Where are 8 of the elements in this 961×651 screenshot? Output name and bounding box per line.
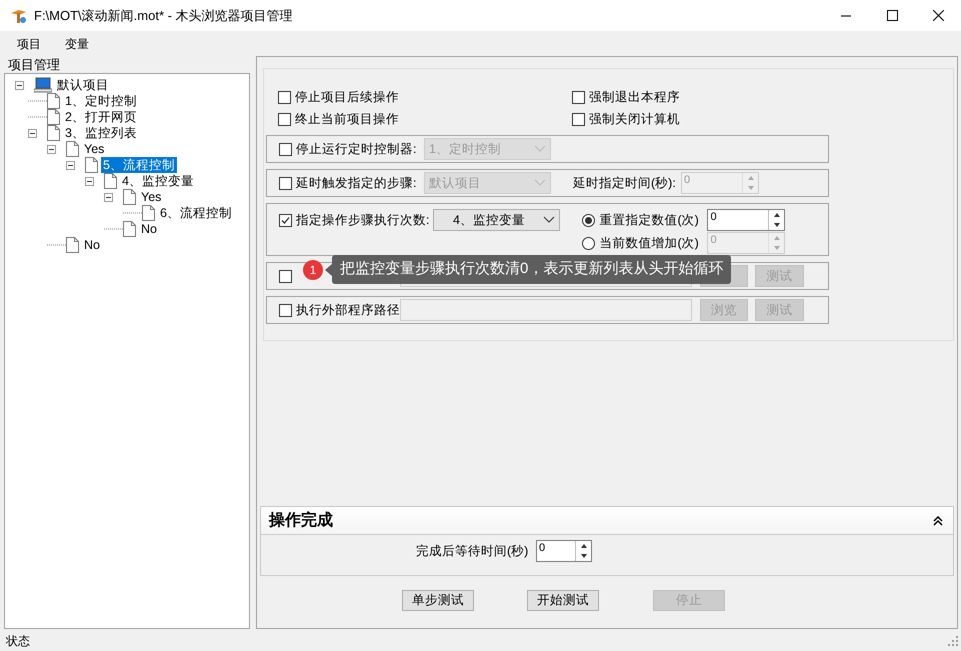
window-title: F:\MOT\滚动新闻.mot* - 木头浏览器项目管理 xyxy=(34,6,293,25)
section-title: 操作完成 xyxy=(269,510,333,530)
status-text: 状态 xyxy=(6,633,30,650)
panel-title: 项目管理 xyxy=(7,56,61,73)
tooltip: 把监控变量步骤执行次数清0，表示更新列表从头开始循环 xyxy=(332,255,732,284)
field-label: 完成后等待时间(秒) xyxy=(416,543,530,560)
number-badge: 1 xyxy=(303,260,323,280)
field-label: 延时指定时间(秒): xyxy=(573,174,677,192)
